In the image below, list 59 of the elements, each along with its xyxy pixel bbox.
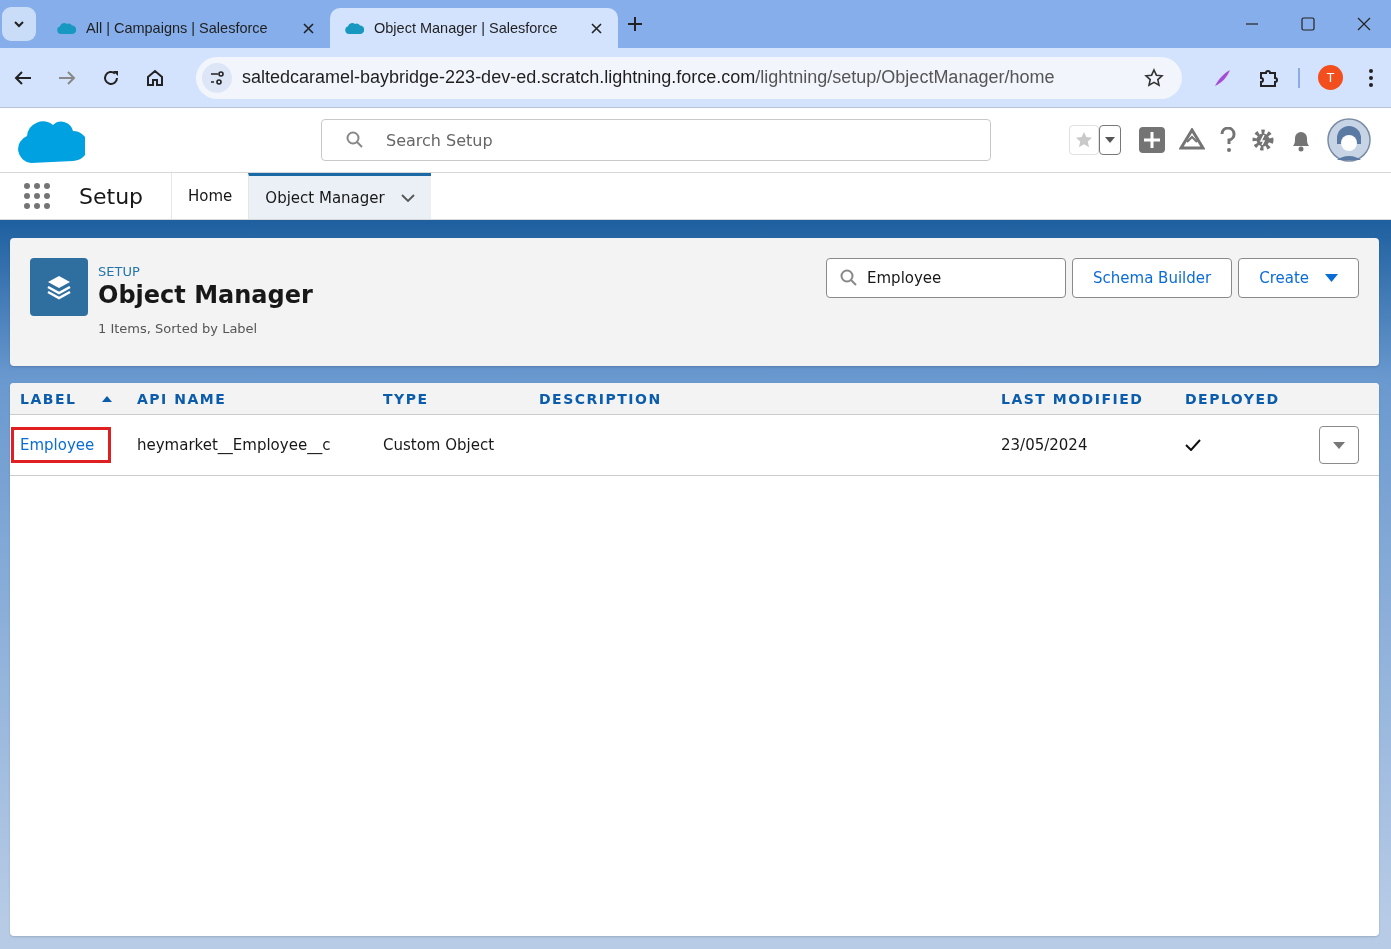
item-count-text: 1 Items, Sorted by Label [98, 321, 259, 336]
quick-find-field[interactable]: Employee [826, 258, 1067, 298]
schema-builder-button[interactable]: Schema Builder [1072, 258, 1233, 298]
page-title: Object Manager [98, 281, 313, 309]
app-launcher-icon[interactable] [24, 183, 50, 209]
column-header[interactable]: DEPLOYED [1185, 390, 1319, 407]
trailhead-icon[interactable] [1179, 128, 1205, 152]
back-icon[interactable] [14, 69, 32, 86]
favorites-dropdown-button[interactable] [1099, 125, 1121, 155]
column-header[interactable]: LABEL [20, 390, 137, 407]
help-icon[interactable] [1219, 127, 1237, 153]
layers-icon [30, 258, 88, 316]
reload-icon[interactable] [102, 68, 120, 87]
chevron-down-icon [13, 20, 25, 28]
tab-title: All | Campaigns | Salesforce [86, 20, 269, 36]
feather-icon[interactable] [1212, 67, 1232, 88]
column-header[interactable]: LAST MODIFIED [1001, 390, 1185, 407]
nav-tab[interactable]: Object Manager [248, 173, 431, 219]
column-header[interactable]: API NAME [137, 390, 383, 407]
favorites-star-button[interactable] [1069, 125, 1099, 155]
tab-title: Object Manager | Salesforce [374, 20, 559, 36]
browser-tab[interactable]: Object Manager | Salesforce [330, 8, 618, 48]
cloud-icon [344, 21, 364, 35]
table-cell: 23/05/2024 [1001, 436, 1088, 454]
table-cell: Custom Object [383, 436, 495, 454]
url-text: saltedcaramel-baybridge-223-dev-ed.scratch.lightning.force.com/lightning/setup/ObjectManager/home [242, 67, 1056, 88]
close-icon[interactable] [303, 22, 314, 34]
more-icon[interactable] [1369, 68, 1373, 87]
close-icon[interactable] [591, 22, 602, 34]
tab-search-button[interactable] [2, 7, 36, 41]
new-tab-icon[interactable] [628, 17, 642, 31]
close-icon[interactable] [1357, 17, 1371, 31]
forward-icon[interactable] [58, 69, 76, 86]
site-settings-icon[interactable] [202, 62, 232, 93]
caret-icon [1325, 274, 1338, 282]
sort-ascending-icon [102, 395, 113, 402]
chevron-down-icon [400, 193, 415, 202]
column-header[interactable]: DESCRIPTION [539, 390, 1001, 407]
user-avatar[interactable] [1327, 118, 1371, 162]
bookmark-star-icon[interactable] [1144, 67, 1164, 88]
address-bar[interactable]: saltedcaramel-baybridge-223-dev-ed.scratch.lightning.force.com/lightning/setup/ObjectManager/home [196, 56, 1182, 99]
star-icon [1075, 131, 1093, 149]
browser-tab[interactable]: All | Campaigns | Salesforce [42, 8, 330, 48]
column-header[interactable]: TYPE [383, 390, 539, 407]
create-menu-button[interactable]: Create [1238, 258, 1359, 298]
object-link[interactable]: Employee [11, 427, 112, 463]
home-icon[interactable] [146, 68, 164, 87]
maximize-icon[interactable] [1301, 17, 1315, 31]
profile-avatar[interactable]: T [1318, 65, 1343, 90]
caret-icon [1333, 441, 1345, 449]
caret-icon [1105, 137, 1115, 143]
table-cell: heymarket__Employee__c [137, 436, 331, 454]
breadcrumb-label: SETUP [98, 264, 141, 279]
cloud-icon [56, 21, 76, 35]
app-name: Setup [79, 183, 144, 209]
add-icon[interactable] [1139, 127, 1165, 153]
row-actions-button[interactable] [1319, 426, 1359, 464]
settings-icon[interactable] [1251, 128, 1275, 152]
search-field[interactable]: Search Setup [321, 119, 991, 161]
